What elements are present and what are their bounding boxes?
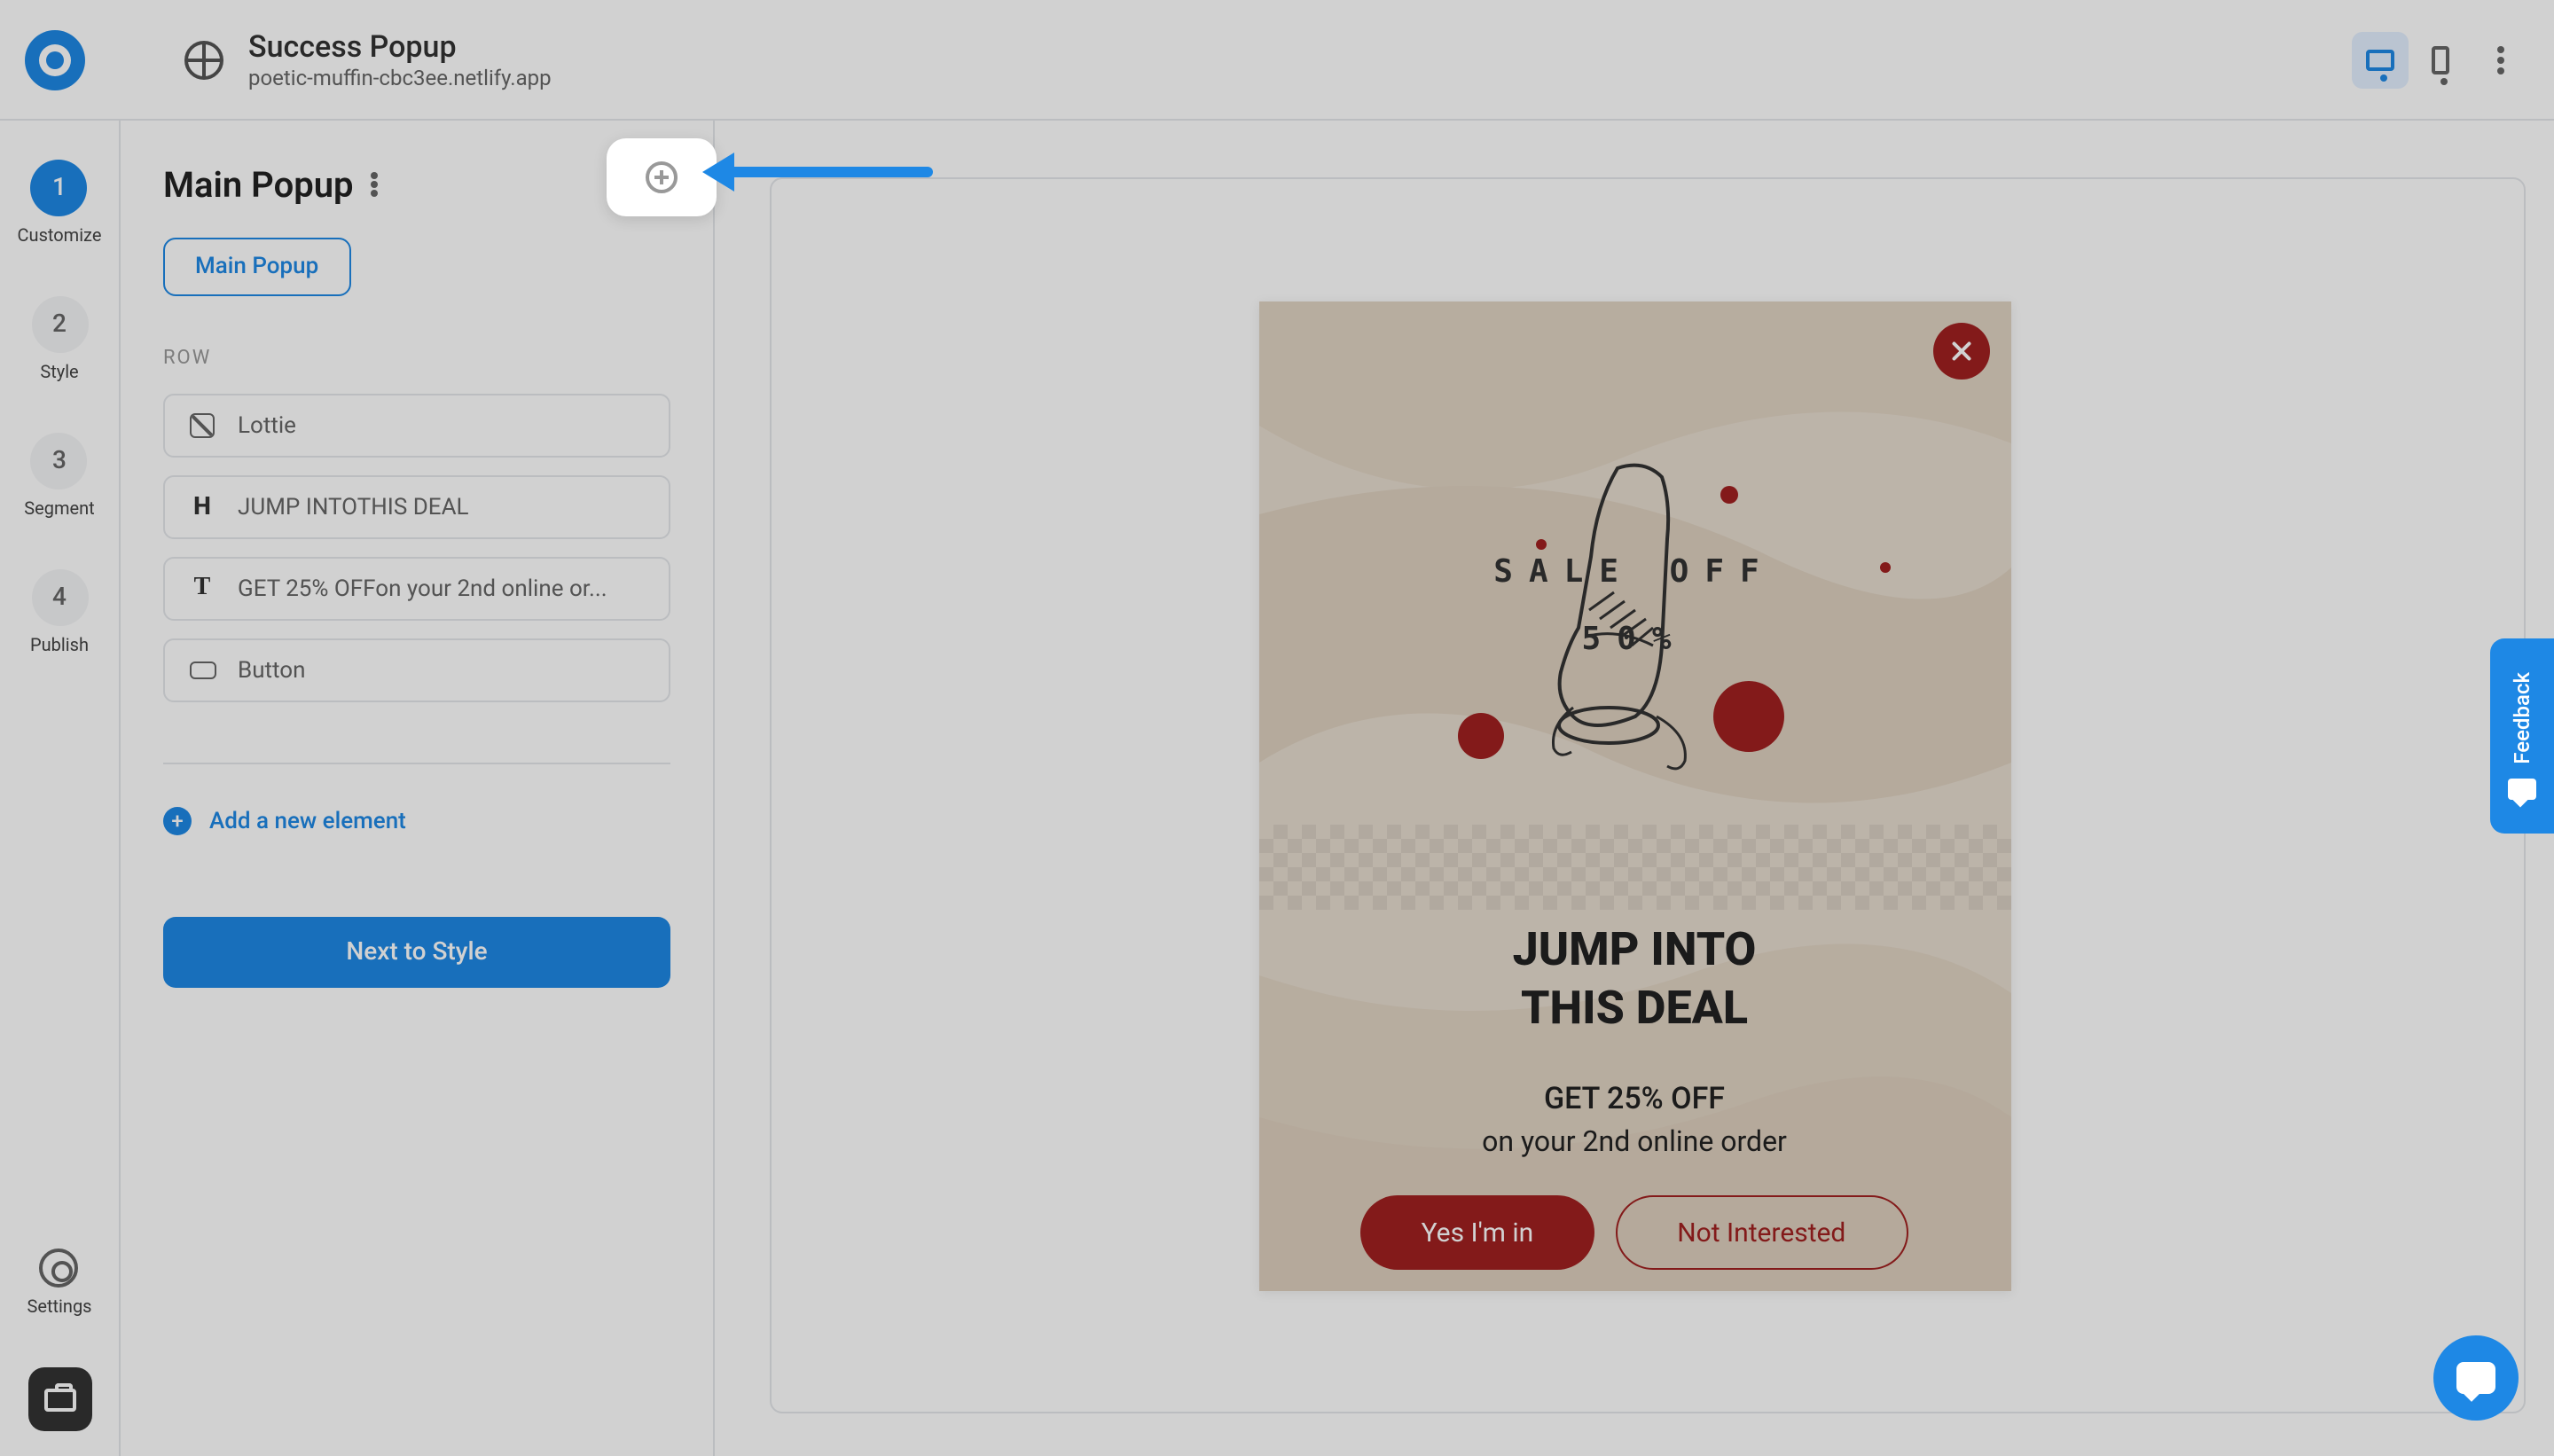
step-number: 1 — [31, 160, 88, 216]
page-title: Success Popup — [248, 29, 552, 65]
chat-icon — [2508, 779, 2536, 800]
add-step-button[interactable] — [607, 138, 717, 216]
app-logo[interactable] — [25, 29, 85, 90]
briefcase-icon — [43, 1388, 75, 1411]
mobile-icon — [2432, 45, 2449, 74]
step-number: 3 — [31, 433, 88, 489]
more-menu-button[interactable] — [2472, 31, 2529, 88]
popup-preview: SALE OFF 50% — [1258, 301, 2010, 1291]
panel-menu-button[interactable] — [372, 172, 379, 197]
element-button[interactable]: Button — [163, 638, 670, 702]
element-label: GET 25% OFFon your 2nd online or... — [238, 575, 607, 602]
checker-pattern — [1258, 825, 2010, 910]
element-label: Button — [238, 657, 306, 684]
step-number: 2 — [31, 296, 88, 353]
add-element-label: Add a new element — [209, 808, 406, 834]
add-element-button[interactable]: + Add a new element — [163, 807, 670, 835]
divider — [163, 763, 670, 764]
canvas: SALE OFF 50% — [715, 121, 2554, 1456]
heading-line2: THIS DEAL — [1258, 980, 2010, 1037]
shoe-illustration: SALE OFF 50% — [1258, 450, 2010, 823]
shoe-icon — [1528, 450, 1741, 787]
heading-line1: JUMP INTO — [1258, 922, 2010, 980]
step-label: Segment — [24, 500, 94, 520]
step-publish[interactable]: 4 Publish — [30, 569, 89, 656]
plus-icon — [646, 161, 678, 193]
preview-heading: JUMP INTO THIS DEAL — [1258, 922, 2010, 1037]
heading-icon: H — [193, 493, 211, 521]
close-button[interactable] — [1932, 323, 1989, 380]
element-label: Lottie — [238, 412, 296, 439]
plus-icon: + — [163, 807, 192, 835]
yes-button[interactable]: Yes I'm in — [1361, 1195, 1594, 1270]
toolbox-button[interactable] — [27, 1367, 91, 1431]
popup-tab[interactable]: Main Popup — [163, 238, 350, 296]
button-icon — [189, 661, 215, 679]
desktop-view-button[interactable] — [2352, 31, 2409, 88]
element-label: JUMP INTOTHIS DEAL — [238, 494, 469, 521]
mobile-view-button[interactable] — [2412, 31, 2469, 88]
feedback-label: Feedback — [2510, 672, 2534, 764]
step-style[interactable]: 2 Style — [31, 296, 88, 383]
sale-text-line2: 50% — [1258, 621, 2010, 658]
settings-button[interactable]: Settings — [27, 1249, 91, 1318]
page-subtitle: poetic-muffin-cbc3ee.netlify.app — [248, 65, 552, 90]
laptop-icon — [2366, 49, 2394, 70]
step-number: 4 — [31, 569, 88, 626]
not-interested-button[interactable]: Not Interested — [1615, 1195, 1908, 1270]
chat-bubble-icon — [2456, 1362, 2495, 1394]
chat-fab[interactable] — [2433, 1335, 2519, 1421]
element-lottie[interactable]: Lottie — [163, 394, 670, 458]
gear-icon — [40, 1249, 79, 1288]
section-label: ROW — [163, 346, 670, 369]
more-icon — [2497, 45, 2504, 74]
step-label: Customize — [18, 227, 102, 247]
step-segment[interactable]: 3 Segment — [24, 433, 94, 520]
editor-panel: Main Popup Main Popup ROW Lottie H JUMP … — [121, 121, 715, 1456]
sale-text-line1: SALE OFF — [1258, 553, 2010, 591]
step-label: Publish — [30, 637, 89, 656]
step-rail: 1 Customize 2 Style 3 Segment 4 Publish … — [0, 121, 121, 1456]
title-block: Success Popup poetic-muffin-cbc3ee.netli… — [248, 29, 552, 90]
preview-sub1: GET 25% OFF — [1258, 1082, 2010, 1117]
panel-title: Main Popup — [163, 163, 354, 206]
globe-icon[interactable] — [184, 40, 223, 79]
settings-label: Settings — [27, 1298, 91, 1318]
header: Success Popup poetic-muffin-cbc3ee.netli… — [0, 0, 2554, 121]
feedback-tab[interactable]: Feedback — [2490, 638, 2554, 834]
lottie-icon — [190, 413, 215, 438]
preview-sub2: on your 2nd online order — [1258, 1124, 2010, 1158]
step-customize[interactable]: 1 Customize — [18, 160, 102, 247]
tutorial-arrow — [720, 167, 933, 177]
next-button[interactable]: Next to Style — [163, 917, 670, 988]
step-label: Style — [40, 364, 78, 383]
decorative-dot — [1457, 713, 1503, 759]
element-heading[interactable]: H JUMP INTOTHIS DEAL — [163, 475, 670, 539]
element-text[interactable]: T GET 25% OFFon your 2nd online or... — [163, 557, 670, 621]
text-icon: T — [194, 575, 211, 603]
